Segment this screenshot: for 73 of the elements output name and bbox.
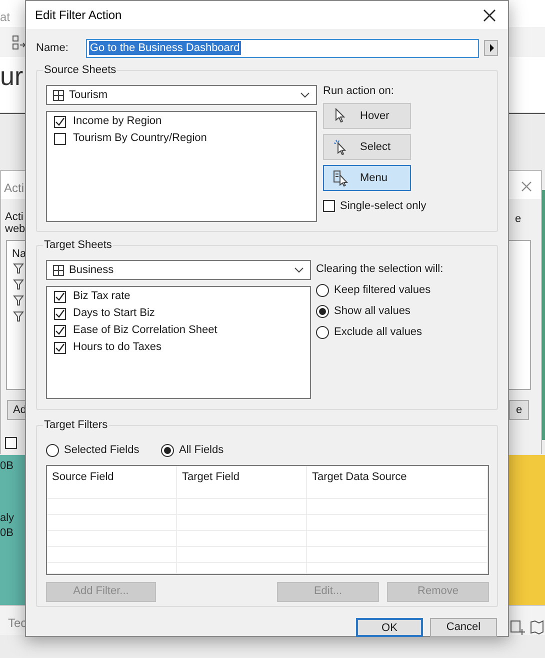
click-cursor-icon <box>333 138 348 156</box>
radio-button[interactable] <box>316 284 329 296</box>
swap-icon[interactable] <box>12 35 26 50</box>
action-option-button[interactable]: Hover <box>323 103 411 129</box>
menu-cursor-icon <box>333 170 348 186</box>
radio-button[interactable] <box>161 444 174 457</box>
close-icon[interactable] <box>483 8 496 22</box>
radio-label: All Fields <box>179 443 224 458</box>
menu-text: at <box>0 9 10 26</box>
chart-label: 0B <box>0 459 14 474</box>
checkbox[interactable] <box>54 132 66 144</box>
funnel-icon <box>13 311 24 322</box>
chevron-down-icon <box>294 267 304 273</box>
check-icon <box>55 117 65 126</box>
chart-label: aly <box>0 511 14 526</box>
window-title: Edit Filter Action <box>35 7 122 24</box>
description-text: web <box>5 223 26 235</box>
triangle-icon <box>488 44 494 52</box>
column-header: Source Field <box>47 466 177 498</box>
sheet-label: Ease of Biz Correlation Sheet <box>73 323 218 338</box>
cancel-button[interactable]: Cancel <box>430 618 497 637</box>
dropdown-value: Tourism <box>69 88 109 103</box>
name-field[interactable]: Go to the Business Dashboard <box>86 38 480 58</box>
page-heading: ur <box>0 63 24 89</box>
section-label: Clearing the selection will: <box>316 262 444 276</box>
chevron-down-icon <box>300 92 310 98</box>
radio-label: Selected Fields <box>64 443 140 458</box>
sheet-label: Tourism By Country/Region <box>73 131 207 146</box>
sheet-label: Income by Region <box>73 114 162 130</box>
description-text: Acti <box>5 211 24 223</box>
checkbox[interactable] <box>54 324 66 336</box>
radio-button[interactable] <box>316 304 329 318</box>
radio-label: Keep filtered values <box>334 282 431 298</box>
selected-text: Go to the Business Dashboard <box>88 41 241 55</box>
grid-icon <box>53 264 64 276</box>
map-icon[interactable] <box>530 620 544 635</box>
name-label: Name: <box>36 40 70 56</box>
description-text: e <box>515 212 522 227</box>
checkbox[interactable] <box>54 308 66 320</box>
radio-button[interactable] <box>316 326 329 338</box>
radio-label: Show all values <box>334 304 410 319</box>
radio-button[interactable] <box>46 444 59 457</box>
funnel-icon <box>13 295 24 306</box>
sheet-label: Hours to do Taxes <box>73 340 162 356</box>
column-header: Target Field <box>177 466 307 498</box>
dropdown-value: Business <box>69 262 115 278</box>
dialog-title: Acti <box>4 180 24 197</box>
action-button[interactable]: e <box>509 400 529 420</box>
checkbox[interactable] <box>54 116 66 128</box>
sheet-label: Days to Start Biz <box>73 306 155 322</box>
funnel-icon <box>13 263 24 274</box>
sheet-dropdown[interactable]: Business <box>46 260 311 280</box>
ok-button[interactable]: OK <box>356 618 423 637</box>
section-label: Run action on: <box>323 84 395 98</box>
grid-icon <box>53 90 64 100</box>
action-option-button[interactable]: Menu <box>323 165 411 191</box>
chart-label: 0B <box>0 526 14 541</box>
checkbox[interactable] <box>323 200 335 212</box>
add-sheet-icon[interactable] <box>510 620 526 636</box>
action-option-button[interactable]: Select <box>323 134 411 160</box>
sheet-dropdown[interactable]: Tourism <box>46 85 317 105</box>
cursor-icon <box>333 108 348 124</box>
column-header: Target Data Source <box>307 466 488 498</box>
radio-label: Exclude all values <box>334 324 422 340</box>
expand-button[interactable] <box>484 40 498 56</box>
sheet-label: Biz Tax rate <box>73 289 130 304</box>
checkbox[interactable] <box>5 437 17 449</box>
group-title: Target Sheets <box>43 238 113 252</box>
group-title: Target Filters <box>43 418 109 432</box>
funnel-icon <box>13 279 24 290</box>
checkbox[interactable] <box>54 290 66 302</box>
checkbox-label: Single-select only <box>340 199 426 214</box>
checkbox[interactable] <box>54 342 66 354</box>
